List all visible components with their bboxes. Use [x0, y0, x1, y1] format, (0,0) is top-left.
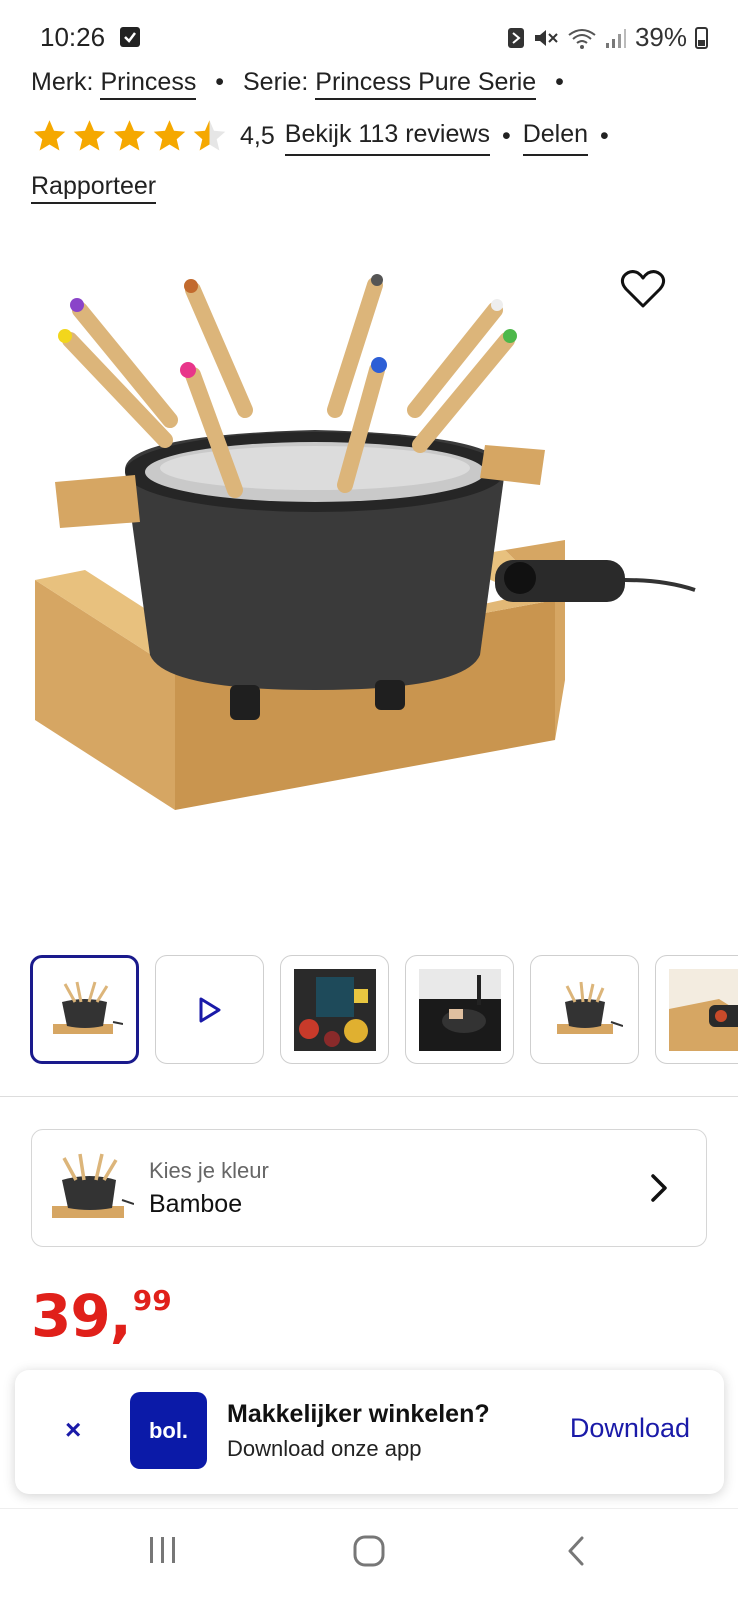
series-label: Serie: — [243, 68, 309, 96]
status-icons: 39% — [507, 22, 708, 53]
recent-apps-icon[interactable] — [148, 1535, 178, 1565]
report-link[interactable]: Rapporteer — [31, 172, 157, 204]
close-banner-button[interactable]: × — [65, 1414, 81, 1446]
system-nav-bar — [0, 1508, 738, 1600]
bol-logo: bol. — [130, 1392, 207, 1469]
fondue-thumb-icon — [52, 981, 123, 1034]
separator: • — [501, 122, 511, 150]
report-line: Rapporteer — [31, 168, 721, 204]
back-icon[interactable] — [566, 1535, 586, 1567]
banner-title: Makkelijker winkelen? — [227, 1400, 490, 1428]
fondue-thumb-icon — [556, 981, 623, 1034]
color-selector[interactable]: Kies je kleur Bamboe — [31, 1129, 707, 1247]
product-image[interactable] — [25, 260, 705, 860]
thumbnail-product[interactable] — [30, 955, 139, 1064]
brand-link[interactable]: Princess — [100, 68, 197, 100]
rating-stars — [31, 118, 228, 154]
rating-line: 4,5 Bekijk 113 reviews • Delen • — [31, 116, 721, 156]
separator: • — [600, 122, 609, 150]
banner-subtitle: Download onze app — [227, 1436, 422, 1461]
color-label: Kies je kleur — [149, 1158, 269, 1183]
play-icon — [199, 997, 220, 1022]
price: 39,99 — [31, 1282, 172, 1350]
brand-series-line: Merk: Princess • Serie: Princess Pure Se… — [31, 64, 721, 100]
nfc-icon — [507, 27, 524, 48]
thumbnail-detail[interactable] — [655, 955, 738, 1064]
signal-icon — [605, 28, 626, 48]
thumbnail-video[interactable] — [155, 955, 264, 1064]
thumbnail-kitchen[interactable] — [405, 955, 514, 1064]
status-time: 10:26 — [40, 22, 106, 52]
mute-icon — [534, 29, 558, 46]
fondue-thumb-icon — [52, 1153, 134, 1218]
star-full-icon — [33, 120, 66, 151]
series-link[interactable]: Princess Pure Serie — [315, 68, 537, 100]
color-value: Bamboe — [149, 1190, 243, 1218]
wifi-icon — [568, 28, 596, 49]
app-download-banner: × bol. Makkelijker winkelen? Download on… — [15, 1370, 724, 1494]
battery-percent: 39% — [634, 22, 687, 52]
divider — [0, 1096, 738, 1097]
favorite-heart-icon[interactable] — [620, 268, 666, 310]
star-full-icon — [153, 120, 186, 151]
status-bar: 10:26 39% — [0, 0, 738, 72]
thumbnail-recipe[interactable] — [280, 955, 389, 1064]
rating-value: 4,5 — [240, 122, 275, 150]
recipe-thumb-icon — [293, 968, 376, 1051]
price-main: 39, — [31, 1282, 132, 1350]
home-icon[interactable] — [353, 1535, 385, 1567]
price-cents: 99 — [132, 1284, 172, 1317]
brand-label: Merk: — [31, 68, 94, 96]
star-full-icon — [113, 120, 146, 151]
star-full-icon — [73, 120, 106, 151]
download-app-button[interactable]: Download — [570, 1413, 690, 1444]
thumbnail-strip — [30, 955, 738, 1064]
share-link[interactable]: Delen — [522, 116, 589, 156]
obscured-text — [31, 1500, 291, 1508]
battery-icon — [695, 26, 708, 49]
separator: • — [555, 68, 564, 96]
thumbnail-product-2[interactable] — [530, 955, 639, 1064]
notification-check-icon — [120, 27, 140, 47]
chevron-right-icon — [651, 1174, 667, 1202]
separator: • — [215, 68, 225, 96]
reviews-link[interactable]: Bekijk 113 reviews — [284, 116, 490, 156]
detail-thumb-icon — [668, 968, 738, 1051]
kitchen-thumb-icon — [418, 968, 501, 1051]
star-half-icon — [193, 120, 226, 151]
